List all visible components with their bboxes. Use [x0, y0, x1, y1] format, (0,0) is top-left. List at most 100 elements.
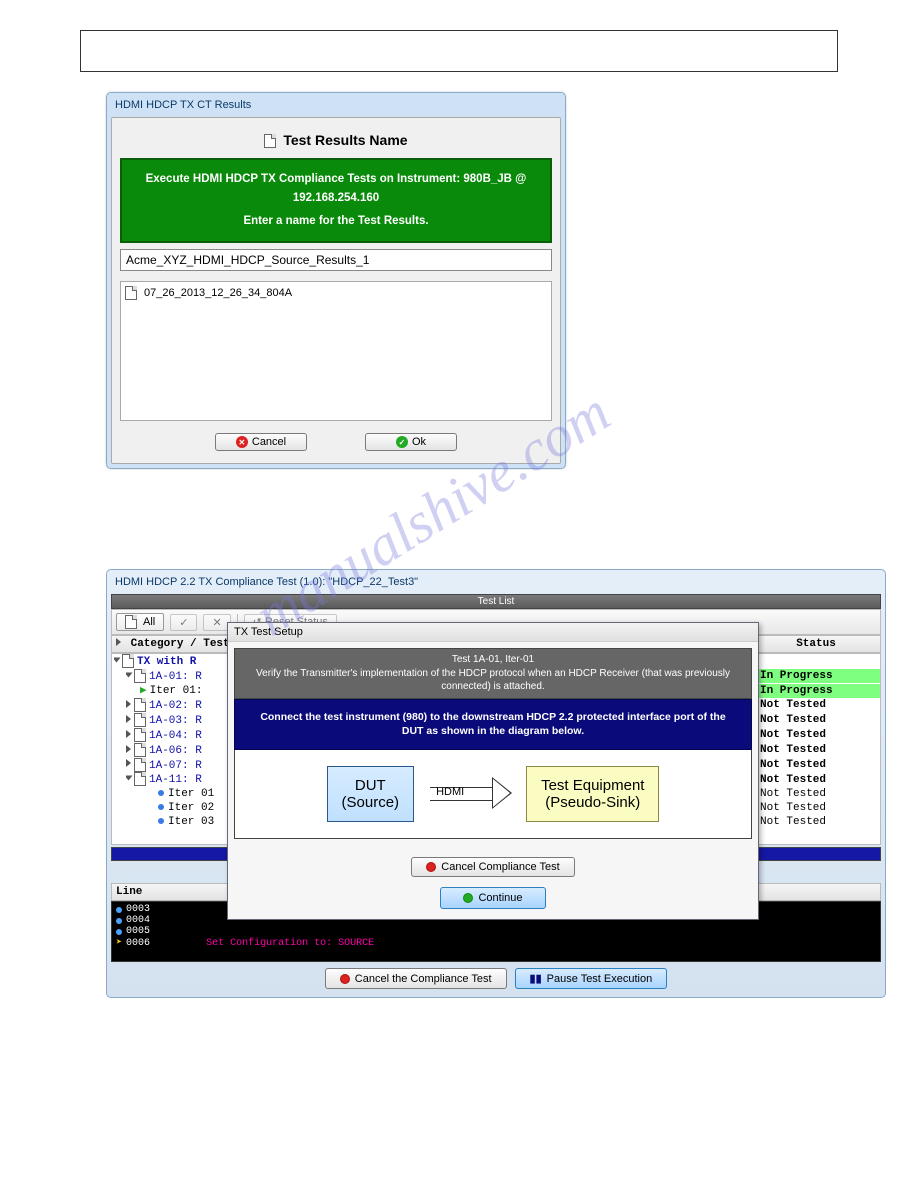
- console-message: Set Configuration to: SOURCE: [206, 938, 374, 949]
- cancel-compliance-button[interactable]: Cancel Compliance Test: [411, 857, 574, 877]
- results-name-input[interactable]: [120, 249, 552, 271]
- bottom-button-row: Cancel the Compliance Test ▮▮ Pause Test…: [111, 968, 881, 989]
- dut-box: DUT (Source): [327, 766, 415, 822]
- cancel-icon: ✕: [236, 436, 248, 448]
- dialog-button-row: ✕ Cancel ✓ Ok: [120, 433, 552, 451]
- status-cell: Not Tested: [754, 728, 880, 742]
- pause-test-button[interactable]: ▮▮ Pause Test Execution: [515, 968, 668, 989]
- document-icon: [134, 669, 146, 683]
- continue-button[interactable]: Continue: [440, 887, 545, 909]
- chevron-down-icon[interactable]: [114, 657, 121, 662]
- dialog-body: Test Results Name Execute HDMI HDCP TX C…: [111, 117, 561, 464]
- continue-label: Continue: [478, 892, 522, 904]
- document-icon: [264, 134, 276, 148]
- bullet-icon: [158, 804, 164, 810]
- bullet-icon: [116, 929, 122, 935]
- eq-label1: Test Equipment: [541, 777, 644, 794]
- ok-icon: ✓: [396, 436, 408, 448]
- chevron-right-icon[interactable]: [126, 745, 131, 753]
- ok-button[interactable]: ✓ Ok: [365, 433, 457, 451]
- document-icon: [134, 728, 146, 742]
- hdmi-arrow: HDMI: [430, 779, 510, 809]
- dialog-title: HDMI HDCP TX CT Results: [111, 97, 561, 117]
- col-status: Status: [756, 638, 876, 650]
- status-cell: Not Tested: [754, 713, 880, 727]
- connection-diagram: DUT (Source) HDMI Test Equipment (Pseudo…: [234, 750, 752, 839]
- status-cell: Not Tested: [754, 698, 880, 712]
- banner-line2: Enter a name for the Test Results.: [130, 215, 542, 227]
- status-cell: Not Tested: [754, 787, 880, 801]
- document-icon: [134, 698, 146, 712]
- instruction-banner: Execute HDMI HDCP TX Compliance Tests on…: [120, 158, 552, 243]
- page-header-frame: [80, 30, 838, 72]
- tx-test-setup-dialog: TX Test Setup Test 1A-01, Iter-01 Verify…: [227, 622, 759, 920]
- list-item[interactable]: 07_26_2013_12_26_34_804A: [125, 286, 547, 300]
- tx-gray-banner: Test 1A-01, Iter-01 Verify the Transmitt…: [234, 648, 752, 699]
- cancel-button[interactable]: ✕ Cancel: [215, 433, 307, 451]
- banner-line1: Execute HDMI HDCP TX Compliance Tests on…: [130, 170, 542, 207]
- window-title: HDMI HDCP 2.2 TX Compliance Test (1.0): …: [111, 574, 881, 594]
- tx-gray-line1: Test 1A-01, Iter-01: [251, 653, 735, 667]
- go-icon: [463, 893, 473, 903]
- tx-button-column: Cancel Compliance Test Continue: [228, 857, 758, 909]
- chevron-right-icon[interactable]: [126, 715, 131, 723]
- document-icon: [134, 743, 146, 757]
- status-cell: Not Tested: [754, 815, 880, 829]
- chevron-down-icon[interactable]: [126, 776, 133, 781]
- cancel-test-label: Cancel the Compliance Test: [355, 973, 492, 985]
- console-row: 0005: [116, 926, 876, 937]
- stop-icon: [426, 862, 436, 872]
- tx-gray-line2: Verify the Transmitter's implementation …: [251, 667, 735, 694]
- select-all-button[interactable]: All: [116, 613, 164, 631]
- tx-blue-banner: Connect the test instrument (980) to the…: [234, 699, 752, 750]
- status-cell: Not Tested: [754, 758, 880, 772]
- tx-setup-title: TX Test Setup: [228, 623, 758, 642]
- results-dialog: HDMI HDCP TX CT Results Test Results Nam…: [106, 92, 566, 469]
- dut-label1: DUT: [342, 777, 400, 794]
- cancel-label: Cancel: [252, 436, 286, 448]
- cancel-test-button[interactable]: Cancel the Compliance Test: [325, 968, 507, 989]
- list-item-label: 07_26_2013_12_26_34_804A: [144, 287, 292, 299]
- tx-blue-text: Connect the test instrument (980) to the…: [260, 711, 725, 738]
- document-icon: [122, 654, 134, 668]
- panel-header: Test List: [111, 594, 881, 609]
- arrow-icon: ➤: [116, 937, 122, 949]
- chevron-right-icon[interactable]: [126, 700, 131, 708]
- pause-icon: ▮▮: [530, 972, 542, 985]
- chevron-down-icon[interactable]: [126, 672, 133, 677]
- chevron-right-icon[interactable]: [126, 759, 131, 767]
- status-cell: Not Tested: [754, 801, 880, 815]
- document-icon: [134, 713, 146, 727]
- ok-label: Ok: [412, 436, 426, 448]
- status-cell: In Progress: [754, 684, 880, 698]
- compliance-test-window: HDMI HDCP 2.2 TX Compliance Test (1.0): …: [106, 569, 886, 998]
- bullet-icon: [116, 907, 122, 913]
- document-icon: [125, 286, 137, 300]
- results-header: Test Results Name: [120, 126, 552, 158]
- equipment-box: Test Equipment (Pseudo-Sink): [526, 766, 659, 822]
- results-header-text: Test Results Name: [283, 132, 407, 148]
- bullet-icon: [158, 818, 164, 824]
- play-icon: ▶: [140, 685, 147, 697]
- expand-icon[interactable]: [116, 638, 121, 646]
- document-icon: [134, 772, 146, 786]
- dut-label2: (Source): [342, 794, 400, 811]
- all-label: All: [143, 616, 155, 628]
- console-col-line: Line: [116, 886, 142, 898]
- existing-results-list[interactable]: 07_26_2013_12_26_34_804A: [120, 281, 552, 421]
- eq-label2: (Pseudo-Sink): [541, 794, 644, 811]
- status-cell: Not Tested: [754, 773, 880, 787]
- hdmi-label: HDMI: [430, 786, 516, 798]
- chevron-right-icon[interactable]: [126, 730, 131, 738]
- pause-test-label: Pause Test Execution: [547, 973, 653, 985]
- check-button[interactable]: ✓: [170, 614, 197, 631]
- document-icon: [125, 615, 137, 629]
- status-cell: Not Tested: [754, 743, 880, 757]
- status-cell: In Progress: [754, 669, 880, 683]
- document-icon: [134, 758, 146, 772]
- cancel-compliance-label: Cancel Compliance Test: [441, 861, 559, 873]
- bullet-icon: [158, 790, 164, 796]
- stop-icon: [340, 974, 350, 984]
- console-row: ➤0006 Set Configuration to: SOURCE: [116, 937, 876, 949]
- bullet-icon: [116, 918, 122, 924]
